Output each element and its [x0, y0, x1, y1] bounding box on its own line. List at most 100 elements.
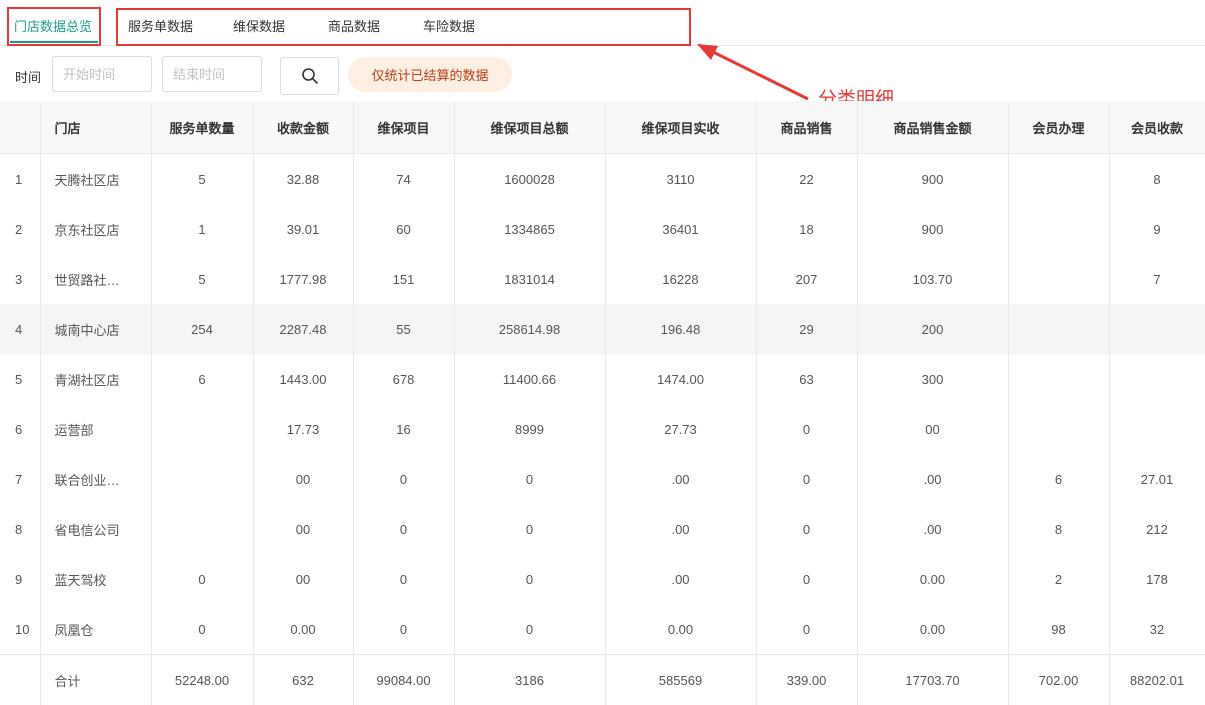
row-index [0, 655, 40, 705]
table-cell: 702.00 [1008, 655, 1109, 705]
row-index: 7 [0, 454, 40, 504]
table-cell: 18 [756, 204, 857, 254]
column-header: 会员办理 [1008, 101, 1109, 154]
column-header: 维保项目 [353, 101, 454, 154]
table-cell: 63 [756, 354, 857, 404]
table-cell: 196.48 [605, 304, 756, 354]
table-cell: 1 [151, 204, 253, 254]
table-cell: 0.00 [253, 604, 353, 655]
table-cell: 5 [151, 254, 253, 304]
table-cell: 60 [353, 204, 454, 254]
search-button[interactable] [280, 57, 339, 95]
row-index: 2 [0, 204, 40, 254]
table-cell: 29 [756, 304, 857, 354]
table-cell: 0 [454, 604, 605, 655]
column-header: 门店 [40, 101, 151, 154]
table-cell: 0.00 [857, 604, 1008, 655]
table-cell [1008, 304, 1109, 354]
table-cell: 0.00 [857, 554, 1008, 604]
table-cell: 6 [151, 354, 253, 404]
table-cell: 0 [151, 604, 253, 655]
table-cell [151, 454, 253, 504]
table-cell: 9 [1109, 204, 1205, 254]
column-header: 会员收款 [1109, 101, 1205, 154]
table-cell: 254 [151, 304, 253, 354]
table-cell: 17703.70 [857, 655, 1008, 705]
table-cell: 27.01 [1109, 454, 1205, 504]
table-cell [1008, 354, 1109, 404]
table-cell: 212 [1109, 504, 1205, 554]
table-cell: 1334865 [454, 204, 605, 254]
table-cell: 1831014 [454, 254, 605, 304]
table-cell: 0 [756, 504, 857, 554]
table-cell [1109, 354, 1205, 404]
start-date-input[interactable] [52, 56, 152, 92]
table-cell: 8 [1109, 154, 1205, 205]
table-cell: .00 [857, 454, 1008, 504]
table-cell: 2287.48 [253, 304, 353, 354]
table-cell: 16228 [605, 254, 756, 304]
table-cell: 1600028 [454, 154, 605, 205]
table-cell [151, 504, 253, 554]
row-index: 3 [0, 254, 40, 304]
table-cell: 55 [353, 304, 454, 354]
table-cell: 900 [857, 154, 1008, 205]
table-cell: .00 [605, 454, 756, 504]
table-cell: 103.70 [857, 254, 1008, 304]
table-cell: 99084.00 [353, 655, 454, 705]
column-header: 商品销售金额 [857, 101, 1008, 154]
table-row: 5青湖社区店61443.0067811400.661474.0063300 [0, 354, 1205, 404]
row-index: 8 [0, 504, 40, 554]
table-cell: 339.00 [756, 655, 857, 705]
table-cell: 0 [353, 604, 454, 655]
table-cell: 52248.00 [151, 655, 253, 705]
table-cell: 3110 [605, 154, 756, 205]
search-icon [301, 67, 319, 85]
table-cell: 0 [353, 554, 454, 604]
table-cell: 6 [1008, 454, 1109, 504]
store-name-cell: 蓝天驾校 [40, 554, 151, 604]
row-index: 5 [0, 354, 40, 404]
table-cell: 151 [353, 254, 454, 304]
table-cell [1008, 254, 1109, 304]
row-index: 9 [0, 554, 40, 604]
store-name-cell: 合计 [40, 655, 151, 705]
table-cell: 1443.00 [253, 354, 353, 404]
table-cell: 178 [1109, 554, 1205, 604]
store-name-cell: 城南中心店 [40, 304, 151, 354]
table-cell [1008, 154, 1109, 205]
row-index: 10 [0, 604, 40, 655]
table-cell: 7 [1109, 254, 1205, 304]
store-name-cell: 省电信公司 [40, 504, 151, 554]
row-index: 1 [0, 154, 40, 205]
time-label: 时间 [15, 67, 41, 86]
table-row: 7联合创业…0000.000.00627.01 [0, 454, 1205, 504]
table-row: 4城南中心店2542287.4855258614.98196.4829200 [0, 304, 1205, 354]
table-cell: 3186 [454, 655, 605, 705]
column-header: 维保项目总额 [454, 101, 605, 154]
table-cell [1008, 204, 1109, 254]
table-row: 2京东社区店139.0160133486536401189009 [0, 204, 1205, 254]
table-cell: .00 [605, 554, 756, 604]
table-cell: 00 [253, 454, 353, 504]
table-total-row: 合计52248.0063299084.003186585569339.00177… [0, 655, 1205, 705]
store-name-cell: 联合创业… [40, 454, 151, 504]
table-cell: 36401 [605, 204, 756, 254]
table-cell: 8999 [454, 404, 605, 454]
table-cell: 585569 [605, 655, 756, 705]
table-cell [1008, 404, 1109, 454]
table-cell: 0 [756, 604, 857, 655]
table-cell: .00 [857, 504, 1008, 554]
table-cell: 207 [756, 254, 857, 304]
table-cell: 0 [454, 454, 605, 504]
table-cell [1109, 304, 1205, 354]
table-cell: 00 [253, 554, 353, 604]
table-cell [151, 404, 253, 454]
store-name-cell: 天腾社区店 [40, 154, 151, 205]
row-index: 6 [0, 404, 40, 454]
table-cell: 32.88 [253, 154, 353, 205]
table-cell: 88202.01 [1109, 655, 1205, 705]
table-cell: 0 [454, 504, 605, 554]
end-date-input[interactable] [162, 56, 262, 92]
column-header: 服务单数量 [151, 101, 253, 154]
